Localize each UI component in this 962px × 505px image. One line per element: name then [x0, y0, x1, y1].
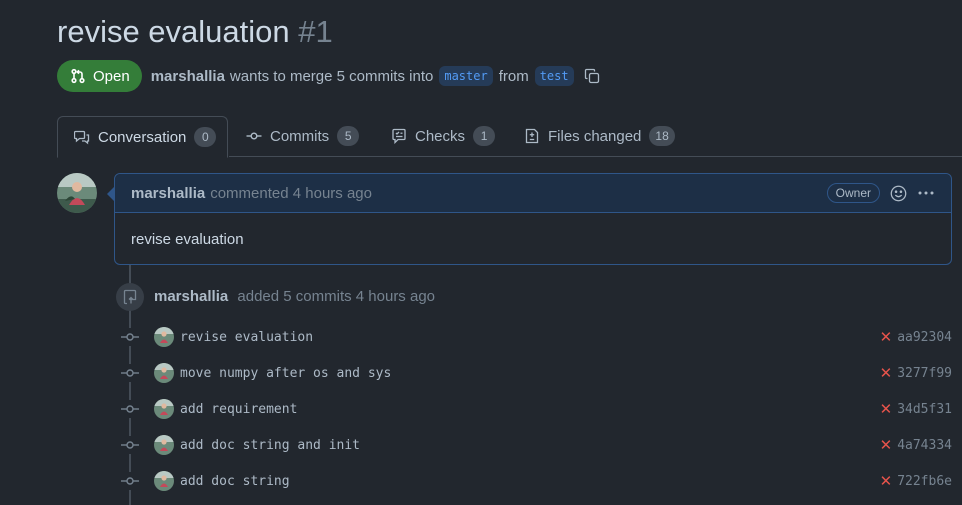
head-branch-link[interactable]: test	[534, 66, 574, 86]
open-state-label: Open	[93, 67, 130, 85]
tab-checks-label: Checks	[415, 127, 466, 145]
kebab-horizontal-icon	[918, 191, 934, 195]
avatar[interactable]	[154, 435, 174, 455]
commit-sha-link[interactable]: 4a74334	[897, 438, 952, 453]
conversation-icon	[74, 130, 90, 145]
git-pull-request-icon	[71, 68, 85, 84]
pr-author-link[interactable]: marshallia	[151, 68, 225, 85]
comment-author-avatar[interactable]	[57, 173, 97, 213]
commit-sha-link[interactable]: 34d5f31	[897, 402, 952, 417]
pr-title-text: revise evaluation	[57, 14, 290, 49]
commit-icon	[121, 364, 139, 382]
comment-timestamp[interactable]: commented 4 hours ago	[210, 185, 372, 202]
commit-icon	[246, 132, 262, 140]
repo-push-icon	[123, 289, 137, 305]
commit-message-link[interactable]: add doc string and init	[180, 438, 360, 453]
comment-card: marshallia commented 4 hours ago Owner r…	[107, 173, 952, 265]
comment-options-button[interactable]	[917, 185, 935, 201]
commit-row: add doc string ✕ 722fb6e	[121, 470, 952, 492]
tabs-divider	[229, 156, 962, 157]
open-state-badge: Open	[57, 60, 142, 92]
tab-commits[interactable]: Commits 5	[246, 116, 360, 156]
file-diff-icon	[525, 128, 539, 144]
commit-icon	[121, 328, 139, 346]
commit-row: revise evaluation ✕ aa92304	[121, 326, 952, 348]
avatar[interactable]	[154, 471, 174, 491]
commit-sha-link[interactable]: 722fb6e	[897, 474, 952, 489]
commit-row: move numpy after os and sys ✕ 3277f99	[121, 362, 952, 384]
smiley-icon	[890, 185, 907, 201]
commits-added-event: marshallia added 5 commits 4 hours ago	[154, 288, 435, 305]
commit-message-link[interactable]: move numpy after os and sys	[180, 366, 391, 381]
from-text: from	[498, 67, 529, 85]
merge-text: wants to merge 5 commits into	[229, 67, 434, 85]
pr-state-row: Open marshallia wants to merge 5 commits…	[57, 60, 600, 92]
commit-message-link[interactable]: add requirement	[180, 402, 297, 417]
tab-commits-label: Commits	[270, 127, 330, 145]
tab-conversation-label: Conversation	[98, 128, 187, 146]
copy-icon[interactable]	[584, 68, 600, 84]
avatar[interactable]	[154, 399, 174, 419]
tab-files-changed[interactable]: Files changed 18	[524, 116, 675, 156]
commit-message-link[interactable]: revise evaluation	[180, 330, 313, 345]
tab-commits-count: 5	[337, 126, 360, 146]
failed-status-icon[interactable]: ✕	[880, 328, 893, 346]
checks-icon	[392, 128, 406, 144]
failed-status-icon[interactable]: ✕	[880, 364, 893, 382]
pr-title: revise evaluation #1	[57, 14, 333, 50]
failed-status-icon[interactable]: ✕	[880, 472, 893, 490]
event-description: added 5 commits 4 hours ago	[237, 288, 436, 305]
tab-checks-count: 1	[473, 126, 496, 146]
pr-number: #1	[298, 14, 333, 49]
failed-status-icon[interactable]: ✕	[880, 400, 893, 418]
failed-status-icon[interactable]: ✕	[880, 436, 893, 454]
commit-icon	[121, 400, 139, 418]
tab-checks[interactable]: Checks 1	[391, 116, 496, 156]
add-reaction-button[interactable]	[890, 185, 907, 202]
commit-row: add doc string and init ✕ 4a74334	[121, 434, 952, 456]
owner-badge: Owner	[826, 183, 880, 203]
tab-conversation-count: 0	[194, 127, 217, 147]
tab-files-changed-label: Files changed	[548, 127, 642, 145]
tab-files-changed-count: 18	[649, 126, 675, 146]
commit-sha-link[interactable]: 3277f99	[897, 366, 952, 381]
base-branch-link[interactable]: master	[439, 66, 493, 86]
commit-icon	[121, 436, 139, 454]
event-author-link[interactable]: marshallia	[154, 288, 228, 305]
avatar[interactable]	[154, 327, 174, 347]
pr-tabs: Conversation 0 Commits 5 Checks 1 Files …	[0, 116, 962, 158]
avatar[interactable]	[154, 363, 174, 383]
commit-message-link[interactable]: add doc string	[180, 474, 290, 489]
commit-row: add requirement ✕ 34d5f31	[121, 398, 952, 420]
commit-icon	[121, 472, 139, 490]
comment-header: marshallia commented 4 hours ago Owner	[115, 174, 951, 213]
event-badge	[116, 283, 144, 311]
tab-conversation[interactable]: Conversation 0	[57, 116, 228, 158]
comment-body: revise evaluation	[131, 231, 244, 248]
comment-author-link[interactable]: marshallia	[131, 185, 205, 202]
commit-sha-link[interactable]: aa92304	[897, 330, 952, 345]
